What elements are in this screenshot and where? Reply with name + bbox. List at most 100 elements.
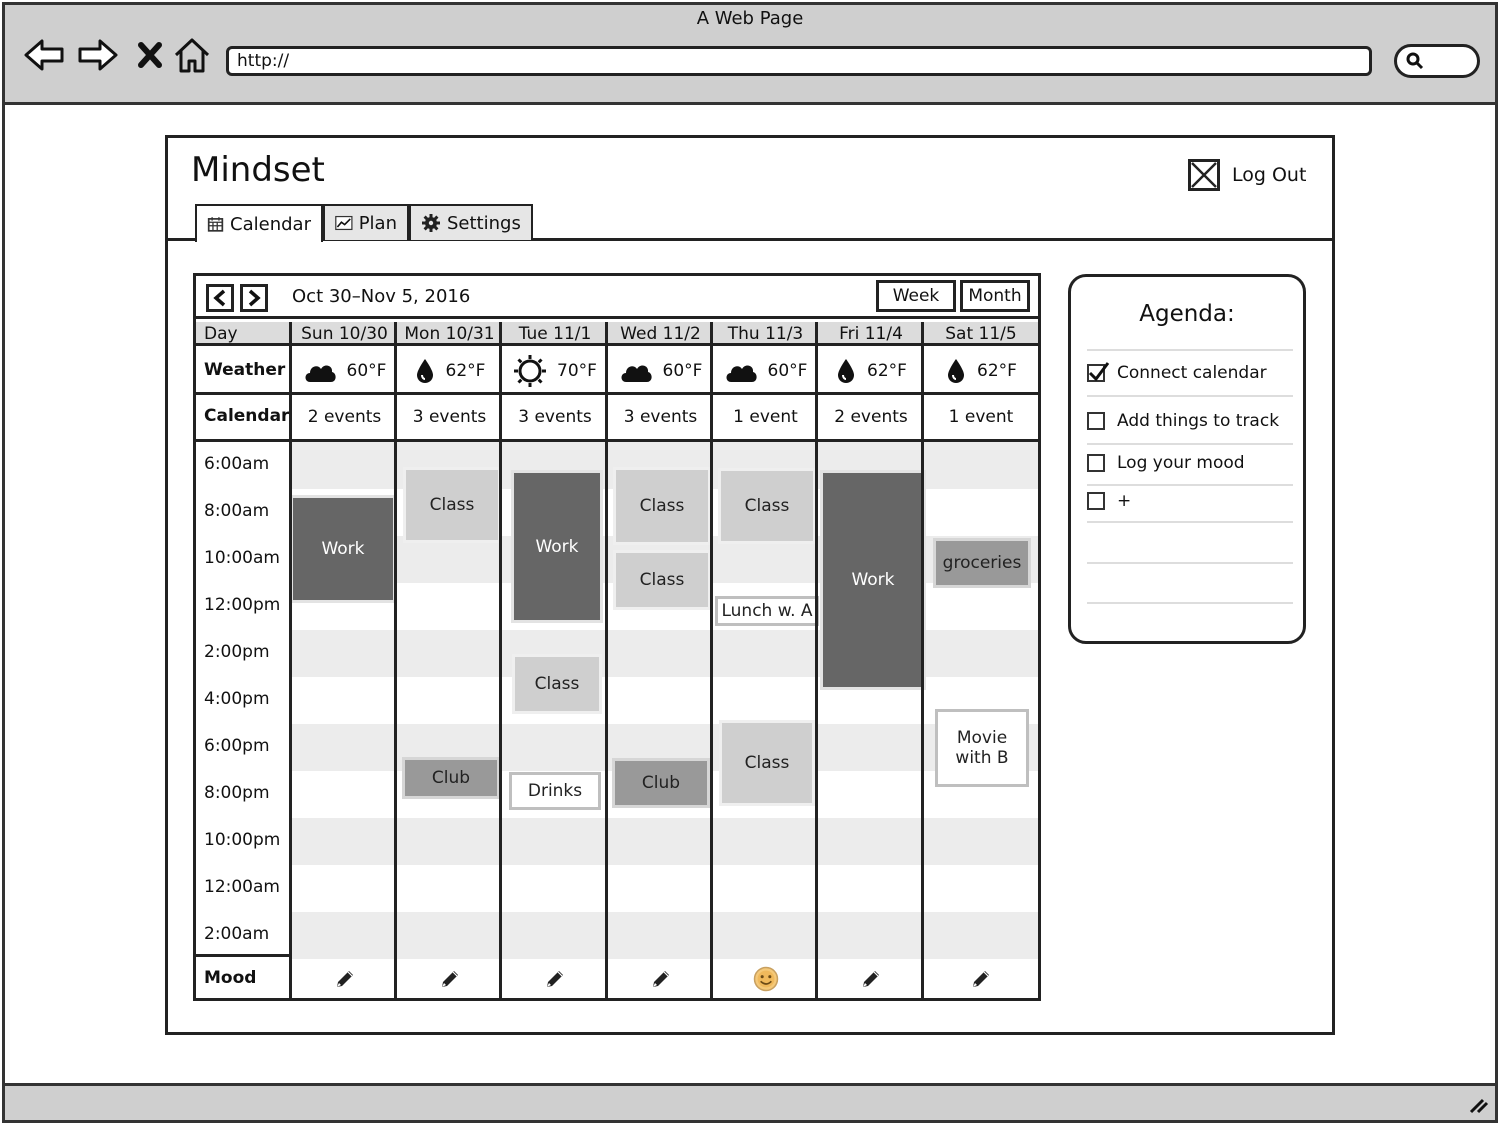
mood-cell[interactable] [502,957,608,998]
checkbox[interactable] [1087,492,1105,510]
day-header: Wed 11/2 [608,322,713,346]
agenda-divider [1087,443,1293,445]
event-block[interactable]: groceries [933,538,1031,588]
mood-cell[interactable] [608,957,713,998]
weather-cell: 60°F [713,350,818,392]
agenda-divider [1087,349,1293,351]
event-block[interactable]: Lunch w. A [715,596,819,626]
weather-cell: 60°F [292,350,397,392]
raindrop-icon [835,357,857,385]
event-count[interactable]: 3 events [502,395,608,439]
day-header: Sun 10/30 [292,322,397,346]
checkbox[interactable] [1087,412,1105,430]
smiley-icon[interactable] [753,966,779,992]
day-header-label: Day [196,322,292,346]
forward-button[interactable] [76,34,120,76]
date-range-label: Oct 30–Nov 5, 2016 [292,286,471,307]
tab-plan-label: Plan [358,212,397,234]
week-calendar: Oct 30–Nov 5, 2016 Week Month Day Weathe… [193,273,1041,1001]
tab-calendar[interactable]: Calendar [195,204,323,242]
agenda-item-label: Connect calendar [1117,363,1267,383]
column-divider [499,322,502,998]
month-view-button[interactable]: Month [960,280,1030,312]
day-header: Tue 11/1 [502,322,608,346]
resize-grip-icon[interactable] [1467,1096,1489,1114]
event-count[interactable]: 1 event [713,395,818,439]
home-button[interactable] [170,34,214,76]
chart-icon [335,215,353,231]
time-label: 4:00pm [204,689,270,709]
event-count[interactable]: 1 event [924,395,1038,439]
mood-cell[interactable] [713,957,818,998]
event-block[interactable]: Work [290,495,396,603]
agenda-item-add-things[interactable]: Add things to track [1087,411,1279,431]
column-divider [394,322,397,998]
event-block[interactable]: Drinks [509,772,601,810]
event-count[interactable]: 3 events [608,395,713,439]
checkbox-checked[interactable] [1087,362,1110,382]
temperature: 60°F [662,361,703,381]
agenda-item-connect-calendar[interactable]: Connect calendar [1087,362,1267,383]
gear-icon [422,214,440,232]
url-input[interactable]: http:// [226,46,1372,76]
pencil-icon[interactable] [858,966,884,992]
event-block[interactable]: Class [718,468,816,544]
event-count[interactable]: 2 events [292,395,397,439]
tab-plan[interactable]: Plan [323,204,409,240]
next-week-button[interactable] [240,284,268,312]
close-icon [138,42,162,68]
agenda-item-add-new[interactable]: + [1087,491,1131,511]
event-block[interactable]: Class [512,654,602,714]
app-title: Mindset [191,150,325,190]
event-block[interactable]: Work [820,470,926,690]
day-header: Sat 11/5 [924,322,1038,346]
event-block[interactable]: Class [613,467,711,545]
event-block[interactable]: Class [719,720,815,806]
pencil-icon[interactable] [542,966,568,992]
checkmark-icon [1088,362,1110,381]
pencil-icon[interactable] [648,966,674,992]
back-button[interactable] [22,34,66,76]
cloud-icon [724,358,758,384]
mood-cell[interactable] [397,957,502,998]
pencil-icon[interactable] [437,966,463,992]
agenda-item-label: Add things to track [1117,411,1280,431]
agenda-divider [1087,562,1293,564]
event-block[interactable]: Work [511,470,603,623]
event-count[interactable]: 3 events [397,395,502,439]
time-label: 10:00pm [204,830,281,850]
event-block[interactable]: Club [612,758,710,808]
checkbox[interactable] [1087,454,1105,472]
temperature: 62°F [867,361,907,381]
mood-cell[interactable] [818,957,924,998]
event-block[interactable]: Movie with B [935,709,1029,787]
mood-cell[interactable] [292,957,397,998]
agenda-divider [1087,395,1293,397]
prev-week-button[interactable] [206,284,234,312]
back-arrow-icon [24,39,64,71]
time-label: 8:00pm [204,783,270,803]
time-label: 6:00pm [204,736,270,756]
search-icon [1406,52,1424,70]
stop-button[interactable] [128,34,172,76]
agenda-divider [1087,521,1293,523]
event-count[interactable]: 2 events [818,395,924,439]
pencil-icon[interactable] [968,966,994,992]
pencil-icon[interactable] [332,966,358,992]
cloud-icon [619,358,653,384]
weather-cell: 62°F [397,350,502,392]
tab-settings[interactable]: Settings [409,204,533,240]
agenda-item-log-mood[interactable]: Log your mood [1087,453,1245,473]
logout-button[interactable]: Log Out [1188,156,1306,194]
temperature: 62°F [977,361,1017,381]
temperature: 60°F [346,361,387,381]
week-view-button[interactable]: Week [876,280,956,312]
mood-cell[interactable] [924,957,1038,998]
chevron-right-icon [248,289,261,307]
weather-cell: 62°F [924,350,1038,392]
event-block[interactable]: Class [613,550,711,610]
browser-search-button[interactable] [1394,44,1480,78]
event-block[interactable]: Club [402,757,500,799]
time-label: 10:00am [204,548,280,568]
event-block[interactable]: Class [403,467,501,543]
